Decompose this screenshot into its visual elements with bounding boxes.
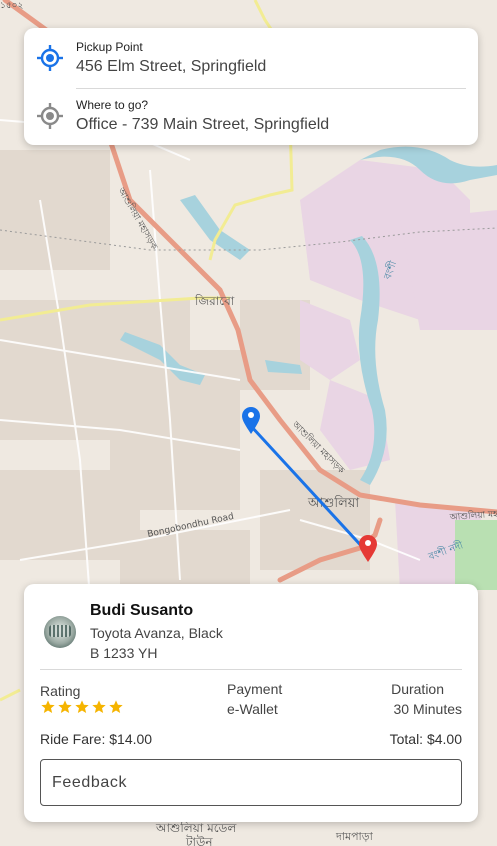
route-card: Pickup Point 456 Elm Street, Springfield… (24, 28, 478, 145)
map-label-dampara: দামপাড়া (335, 830, 374, 843)
destination-value: Office - 739 Main Street, Springfield (76, 116, 330, 133)
payment-label: Payment (227, 681, 283, 697)
star-icon[interactable] (74, 699, 90, 715)
gps-target-icon (37, 45, 63, 71)
pickup-field[interactable]: Pickup Point 456 Elm Street, Springfield (24, 30, 478, 89)
card-divider (40, 669, 462, 670)
star-icon[interactable] (57, 699, 73, 715)
star-icon[interactable] (108, 699, 124, 715)
map-label-town: টাউন (185, 835, 213, 846)
star-icon[interactable] (91, 699, 107, 715)
star-icon[interactable] (40, 699, 56, 715)
feedback-input[interactable] (40, 759, 462, 806)
pickup-value: 456 Elm Street, Springfield (76, 58, 267, 75)
map-label-corner: ১৫০২ (0, 1, 24, 11)
gps-target-icon (37, 103, 63, 129)
total-price: Total: $4.00 (389, 731, 462, 747)
destination-field[interactable]: Where to go? Office - 739 Main Street, S… (24, 88, 478, 144)
destination-label: Where to go? (76, 98, 149, 112)
ride-fare: Ride Fare: $14.00 (40, 731, 153, 747)
trip-summary-card: Budi Susanto Toyota Avanza, Black B 1233… (24, 584, 478, 822)
rating-label: Rating (40, 683, 81, 699)
map-label-ashulia-model: আশুলিয়া মডেল (155, 821, 237, 835)
pickup-label: Pickup Point (76, 40, 143, 54)
green-area (455, 520, 497, 590)
driver-name: Budi Susanto (90, 602, 194, 619)
license-plate: B 1233 YH (90, 645, 158, 661)
rating-stars[interactable] (40, 699, 124, 715)
payment-value: e-Wallet (227, 701, 278, 717)
car-model: Toyota Avanza, Black (90, 625, 223, 641)
map-label-jirabo: জিরাবো (194, 294, 235, 308)
driver-avatar (44, 616, 76, 648)
duration-value: 30 Minutes (393, 701, 462, 717)
duration-label: Duration (391, 681, 444, 697)
